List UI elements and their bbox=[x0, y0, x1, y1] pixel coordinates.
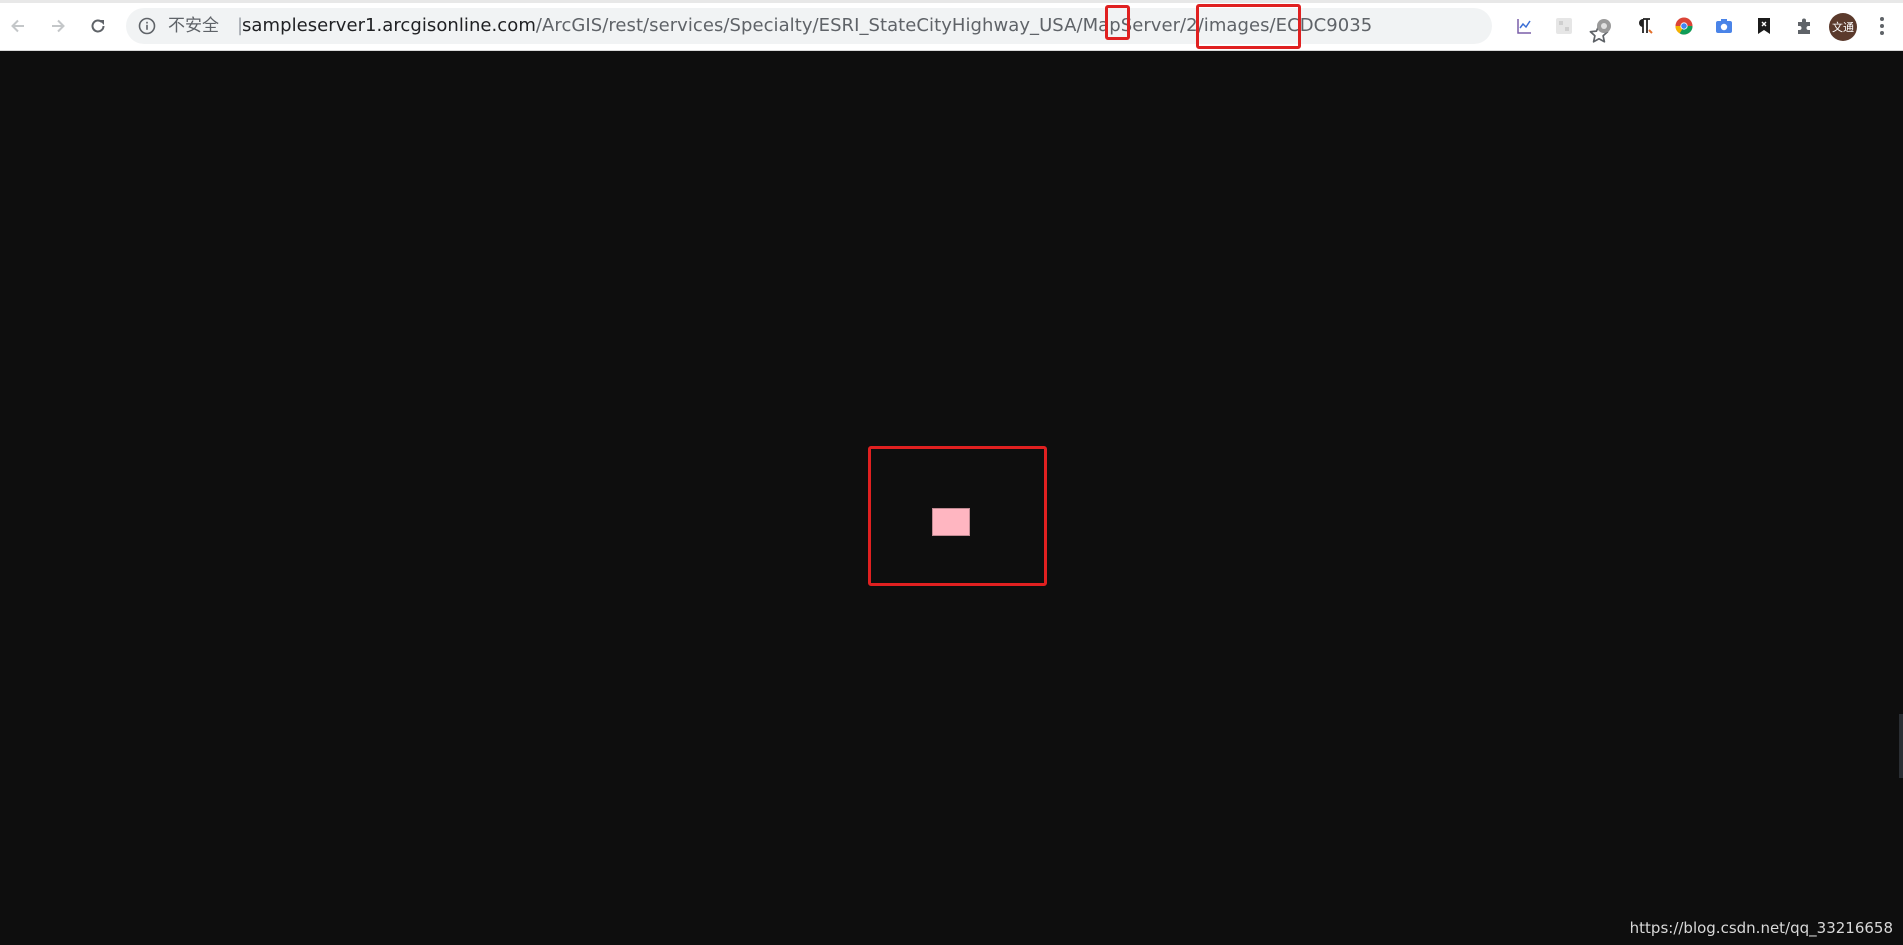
browser-toolbar: 不安全 | sampleserver1.arcgisonline.com/Arc… bbox=[0, 0, 1903, 51]
url-path: /ArcGIS/rest/services/Specialty/ESRI_Sta… bbox=[535, 15, 1187, 36]
reload-icon bbox=[91, 19, 105, 33]
reload-button[interactable] bbox=[84, 12, 112, 40]
symbol-image bbox=[932, 508, 970, 536]
back-button[interactable] bbox=[4, 12, 32, 40]
extensions-puzzle-icon[interactable] bbox=[1792, 14, 1816, 38]
extension-bookmark-icon[interactable] bbox=[1752, 14, 1776, 38]
scroll-indicator[interactable] bbox=[1899, 714, 1903, 778]
forward-button[interactable] bbox=[44, 12, 72, 40]
arrow-right-icon bbox=[52, 19, 65, 33]
extension-chrome-icon[interactable] bbox=[1672, 14, 1696, 38]
extension-grid-icon[interactable] bbox=[1552, 14, 1576, 38]
extension-pilcrow-icon[interactable] bbox=[1632, 14, 1656, 38]
profile-avatar[interactable]: 文通 bbox=[1829, 13, 1857, 41]
highlight-layer-id bbox=[1105, 5, 1130, 40]
arrow-left-icon bbox=[11, 19, 24, 33]
watermark: https://blog.csdn.net/qq_33216658 bbox=[1629, 919, 1893, 937]
kebab-menu-icon[interactable] bbox=[1874, 15, 1890, 37]
highlight-image-id bbox=[1196, 4, 1301, 49]
extension-chart-icon[interactable] bbox=[1512, 14, 1536, 38]
info-icon[interactable] bbox=[138, 17, 156, 35]
extension-camera-icon[interactable] bbox=[1712, 14, 1736, 38]
security-label: 不安全 bbox=[168, 16, 219, 36]
url-host: sampleserver1.arcgisonline.com bbox=[242, 15, 536, 36]
extension-gear-icon[interactable] bbox=[1592, 14, 1616, 38]
